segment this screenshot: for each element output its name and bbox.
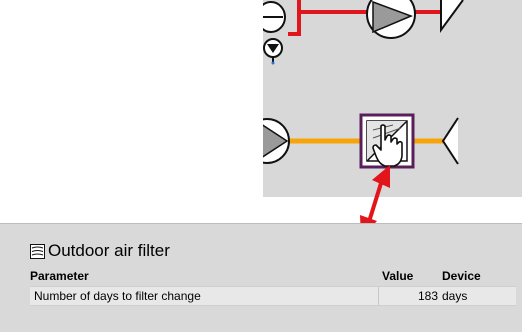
panel-title-text: Outdoor air filter: [48, 241, 170, 260]
parameter-value[interactable]: 183: [382, 289, 438, 303]
fan-icon[interactable]: [366, 0, 416, 39]
table-row[interactable]: Number of days to filter change 183 days: [30, 286, 516, 306]
column-header-device: Device: [442, 269, 481, 283]
parameter-name: Number of days to filter change: [34, 289, 201, 303]
damper-icon[interactable]: [263, 1, 286, 33]
column-divider: [378, 287, 379, 305]
table-header: Parameter Value Device: [30, 269, 516, 285]
panel-title: Outdoor air filter: [30, 240, 170, 262]
parameter-unit: days: [442, 289, 468, 303]
parameter-panel: Outdoor air filter Parameter Value Devic…: [0, 223, 522, 332]
hvac-diagram: [263, 0, 522, 197]
column-header-parameter: Parameter: [30, 269, 89, 283]
parameter-table: Number of days to filter change 183 days: [30, 286, 516, 306]
outdoor-air-filter-component[interactable]: [359, 113, 415, 169]
column-header-value: Value: [382, 269, 414, 283]
filter-icon: [30, 243, 45, 259]
